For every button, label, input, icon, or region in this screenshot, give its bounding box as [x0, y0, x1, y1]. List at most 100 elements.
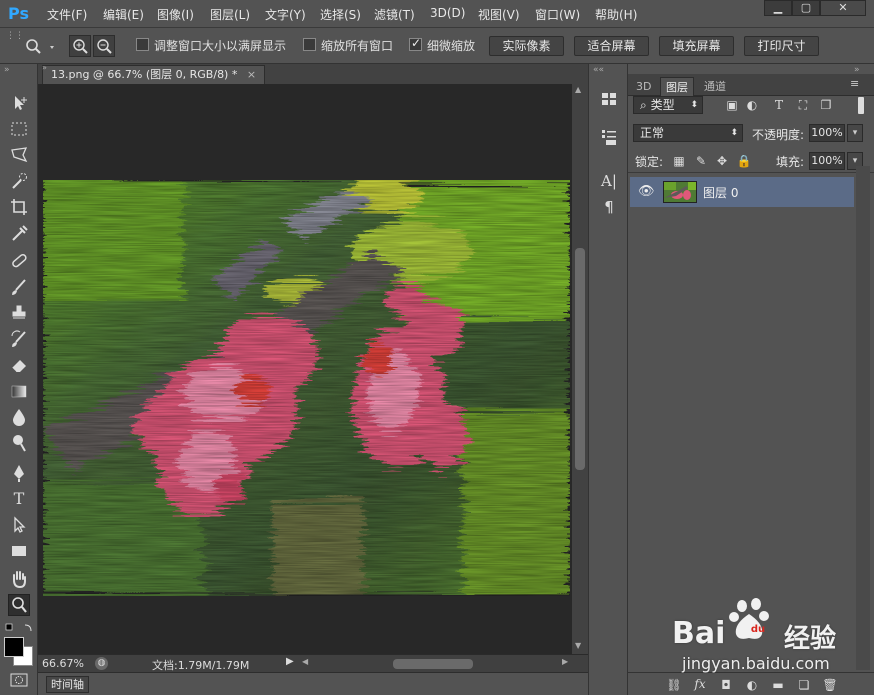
lock-pixels-brush-icon[interactable]: ✎ [693, 153, 709, 169]
zoom-level[interactable]: 66.67% [42, 657, 84, 670]
scroll-down-icon[interactable]: ▼ [575, 641, 581, 650]
filter-shape-icon[interactable]: ⛶ [795, 97, 811, 113]
crop-tool[interactable] [8, 196, 30, 218]
fit-screen-button[interactable]: 适合屏幕 [574, 36, 649, 56]
menu-select[interactable]: 选择(S) [320, 6, 361, 23]
add-mask-icon[interactable]: ◘ [718, 677, 734, 693]
layer-filter-kind-select[interactable]: ⌕ 类型 ⬍ [633, 96, 703, 114]
marquee-tool[interactable] [8, 118, 30, 140]
foreground-color-swatch[interactable] [4, 637, 24, 657]
swap-colors-icon[interactable] [24, 624, 32, 632]
flower-artwork-image[interactable] [43, 180, 570, 596]
zoom-in-button[interactable] [69, 35, 91, 57]
minimize-button[interactable]: ▁ [764, 0, 792, 16]
menu-image[interactable]: 图像(I) [157, 6, 194, 23]
pen-tool[interactable] [8, 462, 30, 484]
default-colors-icon[interactable] [5, 623, 13, 631]
eyedropper-tool[interactable] [8, 222, 30, 244]
filter-adjustment-icon[interactable]: ◐ [744, 97, 760, 113]
zoom-all-windows-checkbox[interactable] [303, 38, 316, 51]
maximize-button[interactable]: ▢ [792, 0, 820, 16]
filter-pixel-icon[interactable]: ▣ [724, 97, 740, 113]
lock-transparency-icon[interactable]: ▦ [671, 153, 687, 169]
character-panel-button[interactable]: A| [598, 170, 620, 192]
type-tool[interactable]: T [8, 488, 30, 510]
canvas-vertical-scrollbar[interactable]: ▲ ▼ [572, 84, 588, 654]
layer-name[interactable]: 图层 0 [703, 184, 738, 201]
eraser-tool[interactable] [8, 354, 30, 376]
zoom-tool[interactable] [8, 594, 30, 616]
fill-input[interactable]: 100% [809, 152, 845, 170]
new-group-folder-icon[interactable]: ▬ [770, 677, 786, 693]
menu-file[interactable]: 文件(F) [47, 6, 87, 23]
lasso-tool[interactable] [8, 144, 30, 166]
hand-tool[interactable] [8, 568, 30, 590]
scroll-right-icon[interactable]: ▶ [562, 657, 568, 666]
pen-icon [14, 465, 24, 482]
menu-filter[interactable]: 滤镜(T) [374, 6, 415, 23]
brush-tool[interactable] [8, 276, 30, 298]
move-tool[interactable] [8, 92, 30, 114]
actual-pixels-button[interactable]: 实际像素 [489, 36, 564, 56]
gradient-tool[interactable] [8, 380, 30, 402]
tab-3d[interactable]: 3D [631, 77, 656, 96]
status-menu-arrow-icon[interactable]: ▶ [286, 656, 294, 667]
path-selection-tool[interactable] [8, 514, 30, 536]
scrubby-zoom-checkbox[interactable] [409, 36, 422, 51]
paragraph-panel-button[interactable]: ¶ [598, 196, 620, 218]
quick-mask-button[interactable] [9, 672, 29, 688]
blur-tool[interactable] [8, 406, 30, 428]
opacity-input[interactable]: 100% [809, 124, 845, 142]
quick-selection-tool[interactable] [8, 170, 30, 192]
dodge-tool[interactable] [8, 432, 30, 454]
tab-channels[interactable]: 通道 [699, 77, 731, 96]
healing-brush-tool[interactable] [8, 250, 30, 272]
menu-help[interactable]: 帮助(H) [595, 6, 637, 23]
lock-position-move-icon[interactable]: ✥ [714, 153, 730, 169]
panel-menu-icon[interactable]: ≡ [850, 77, 859, 90]
opacity-dropdown-icon[interactable]: ▾ [847, 124, 863, 142]
filter-toggle-switch[interactable] [858, 97, 864, 114]
menu-edit[interactable]: 编辑(E) [103, 6, 144, 23]
menu-3d[interactable]: 3D(D) [430, 6, 465, 20]
fill-screen-button[interactable]: 填充屏幕 [659, 36, 734, 56]
blend-mode-select[interactable]: 正常 ⬍ [633, 124, 743, 142]
menu-view[interactable]: 视图(V) [478, 6, 520, 23]
adjustment-layer-icon[interactable]: ◐ [744, 677, 760, 693]
link-layers-icon[interactable]: ⛓ [666, 677, 682, 693]
clone-stamp-tool[interactable] [8, 302, 30, 324]
dock-collapse-icon[interactable]: «« [593, 65, 604, 75]
horizontal-scrollbar-thumb[interactable] [393, 659, 473, 669]
delete-layer-trash-icon[interactable]: 🗑 [822, 677, 838, 693]
document-tab[interactable]: 13.png @ 66.7% (图层 0, RGB/8) * × [42, 65, 266, 84]
history-brush-tool[interactable] [8, 328, 30, 350]
layer-visibility-eye-icon[interactable]: 👁 [638, 184, 655, 199]
layers-scrollbar[interactable] [856, 166, 870, 670]
scroll-left-icon[interactable]: ◀ [302, 657, 308, 666]
print-size-button[interactable]: 打印尺寸 [744, 36, 819, 56]
scroll-up-icon[interactable]: ▲ [575, 85, 581, 94]
menu-type[interactable]: 文字(Y) [265, 6, 306, 23]
close-button[interactable]: ✕ [820, 0, 866, 16]
resize-windows-checkbox[interactable] [136, 38, 149, 51]
zoom-out-button[interactable] [93, 35, 115, 57]
vertical-scrollbar-thumb[interactable] [575, 248, 585, 470]
timeline-tab[interactable]: 时间轴 [46, 676, 89, 693]
filter-smart-object-icon[interactable]: ❐ [818, 97, 834, 113]
tab-layers[interactable]: 图层 [660, 77, 694, 96]
menu-window[interactable]: 窗口(W) [535, 6, 580, 23]
swatches-panel-button[interactable] [598, 88, 620, 110]
status-info-icon[interactable]: ◍ [95, 657, 108, 670]
lock-all-icon[interactable]: 🔒 [736, 153, 752, 169]
history-panel-button[interactable] [598, 126, 620, 148]
layer-style-fx-icon[interactable]: fx [692, 676, 708, 692]
menu-layer[interactable]: 图层(L) [210, 6, 250, 23]
filter-type-icon[interactable]: T [771, 97, 787, 113]
layer-row[interactable]: 👁 图层 0 [630, 177, 854, 207]
tool-preset-picker[interactable] [22, 36, 58, 58]
tabbar-collapse-icon[interactable]: » [42, 63, 47, 72]
toolbar-collapse-icon[interactable]: » [4, 65, 10, 75]
rectangle-tool[interactable] [8, 540, 30, 562]
new-layer-icon[interactable]: ❏ [796, 677, 812, 693]
document-tab-close-icon[interactable]: × [247, 68, 256, 81]
